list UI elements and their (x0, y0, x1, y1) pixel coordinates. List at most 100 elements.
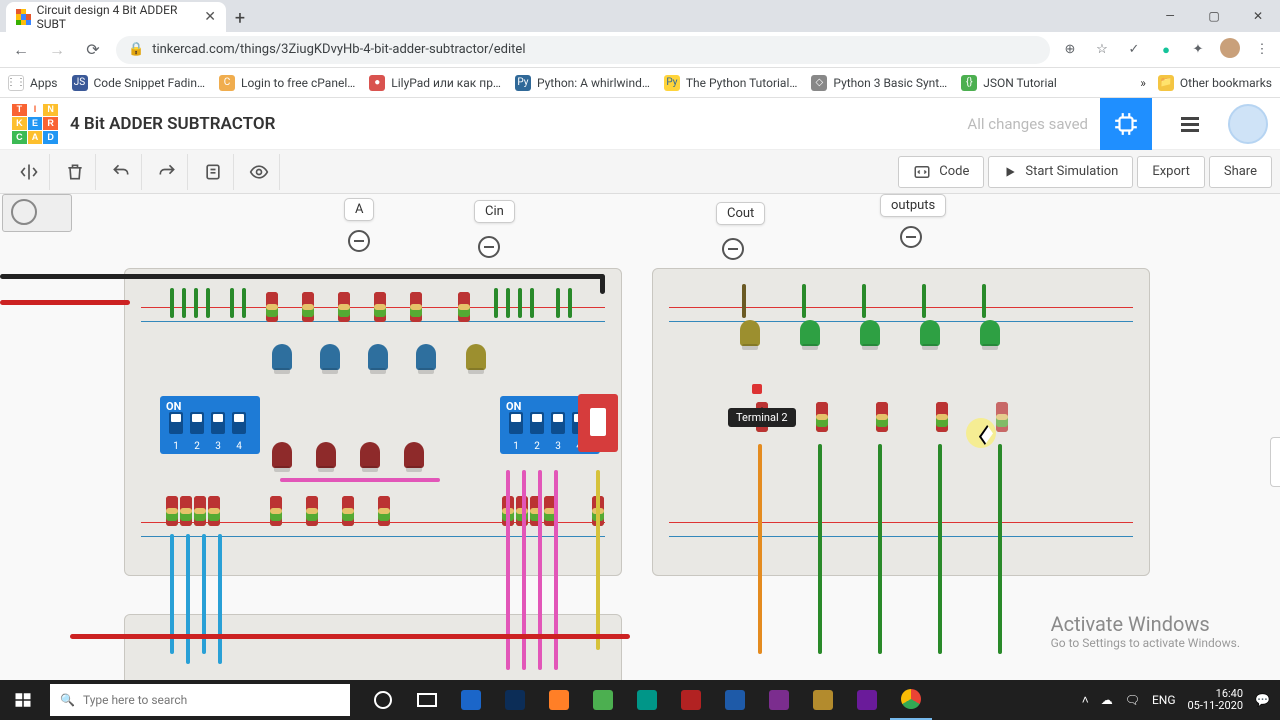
wire[interactable] (818, 444, 822, 654)
star-icon[interactable]: ☆ (1092, 42, 1112, 57)
task-view-icon[interactable] (406, 680, 448, 720)
wire[interactable] (518, 288, 522, 318)
share-button[interactable]: Share (1209, 156, 1272, 188)
notes-button[interactable] (192, 154, 234, 190)
bookmark[interactable]: PyThe Python Tutorial… (664, 75, 798, 91)
wire[interactable] (938, 444, 942, 654)
resistor[interactable] (876, 402, 888, 432)
wire[interactable] (230, 288, 234, 318)
led-red[interactable] (316, 442, 336, 468)
cortana-icon[interactable] (362, 680, 404, 720)
bookmark[interactable]: JSCode Snippet Fadin… (72, 75, 205, 91)
undo-button[interactable] (100, 154, 142, 190)
new-tab-button[interactable]: + (226, 4, 254, 32)
resistor[interactable] (374, 292, 386, 322)
wire[interactable] (982, 284, 986, 318)
breadboard-bottom[interactable] (124, 614, 622, 680)
led-green[interactable] (920, 320, 940, 346)
wire[interactable] (206, 288, 210, 318)
components-view-button[interactable] (1100, 98, 1152, 150)
reload-button[interactable]: ⟳ (80, 37, 106, 63)
export-button[interactable]: Export (1137, 156, 1205, 188)
note-handle[interactable] (478, 236, 500, 258)
resistor[interactable] (270, 496, 282, 526)
resistor[interactable] (180, 496, 192, 526)
led-blue[interactable] (272, 344, 292, 370)
terminal-pin[interactable] (752, 384, 762, 394)
list-view-button[interactable] (1164, 98, 1216, 150)
taskbar-app[interactable] (626, 680, 668, 720)
start-simulation-button[interactable]: Start Simulation (988, 156, 1133, 188)
taskbar-app[interactable] (494, 680, 536, 720)
browser-tab[interactable]: Circuit design 4 Bit ADDER SUBT ✕ (6, 2, 226, 32)
visibility-button[interactable] (238, 154, 280, 190)
language-indicator[interactable]: ENG (1152, 693, 1176, 707)
start-button[interactable] (0, 680, 46, 720)
wire[interactable] (522, 470, 526, 670)
component-thumbnail[interactable] (2, 194, 72, 232)
taskbar-app[interactable] (582, 680, 624, 720)
bookmarks-overflow-icon[interactable]: » (1140, 76, 1146, 90)
tray-overflow-icon[interactable]: ˄ (1082, 693, 1089, 707)
led-green[interactable] (800, 320, 820, 346)
wire[interactable] (170, 288, 174, 318)
resistor[interactable] (208, 496, 220, 526)
resistor[interactable] (378, 496, 390, 526)
wire[interactable] (218, 534, 222, 664)
wire[interactable] (0, 300, 130, 305)
wire[interactable] (194, 288, 198, 318)
check-icon[interactable]: ✓ (1124, 42, 1144, 57)
wire[interactable] (556, 288, 560, 318)
note-label-cin[interactable]: Cin (474, 200, 515, 223)
bookmark[interactable]: ◇Python 3 Basic Synt… (811, 75, 947, 91)
resistor[interactable] (816, 402, 828, 432)
resistor[interactable] (996, 402, 1008, 432)
note-label-cout[interactable]: Cout (716, 202, 765, 225)
meet-now-icon[interactable]: 🗨 (1125, 693, 1140, 707)
wire[interactable] (742, 284, 746, 318)
slide-switch[interactable] (578, 394, 618, 452)
mirror-tool-button[interactable] (8, 154, 50, 190)
system-clock[interactable]: 16:40 05-11-2020 (1188, 688, 1244, 712)
resistor[interactable] (338, 292, 350, 322)
led-green[interactable] (980, 320, 1000, 346)
wire[interactable] (242, 288, 246, 318)
led-blue[interactable] (368, 344, 388, 370)
code-button[interactable]: Code (898, 156, 984, 188)
wire[interactable] (530, 288, 534, 318)
wire[interactable] (506, 288, 510, 318)
delete-button[interactable] (54, 154, 96, 190)
wire[interactable] (922, 284, 926, 318)
taskbar-app-chrome[interactable] (890, 680, 932, 720)
taskbar-app[interactable] (450, 680, 492, 720)
profile-icon[interactable] (1220, 38, 1240, 62)
note-handle[interactable] (900, 226, 922, 248)
wire[interactable] (878, 444, 882, 654)
notifications-icon[interactable]: 💬 (1255, 693, 1270, 707)
wire[interactable] (568, 288, 572, 318)
resistor[interactable] (266, 292, 278, 322)
breadboard-right[interactable] (652, 268, 1150, 576)
led-red[interactable] (272, 442, 292, 468)
close-window-button[interactable]: ✕ (1236, 0, 1280, 32)
taskbar-search[interactable]: 🔍 Type here to search (50, 684, 350, 716)
resistor[interactable] (306, 496, 318, 526)
resistor[interactable] (342, 496, 354, 526)
project-title[interactable]: 4 Bit ADDER SUBTRACTOR (70, 114, 275, 134)
user-avatar[interactable] (1228, 104, 1268, 144)
wire[interactable] (494, 288, 498, 318)
wire[interactable] (596, 470, 600, 650)
other-bookmarks[interactable]: 📁Other bookmarks (1158, 75, 1272, 91)
forward-button[interactable]: → (44, 37, 70, 63)
design-canvas[interactable]: A Cin Cout outputs B (0, 194, 1280, 680)
wire[interactable] (802, 284, 806, 318)
resistor[interactable] (410, 292, 422, 322)
bookmark[interactable]: {}JSON Tutorial (961, 75, 1057, 91)
led-yellow[interactable] (740, 320, 760, 346)
bookmark[interactable]: CLogin to free cPanel… (219, 75, 355, 91)
taskbar-app[interactable] (802, 680, 844, 720)
led-green[interactable] (860, 320, 880, 346)
resistor[interactable] (936, 402, 948, 432)
resistor[interactable] (194, 496, 206, 526)
note-label-outputs[interactable]: outputs (880, 194, 946, 217)
